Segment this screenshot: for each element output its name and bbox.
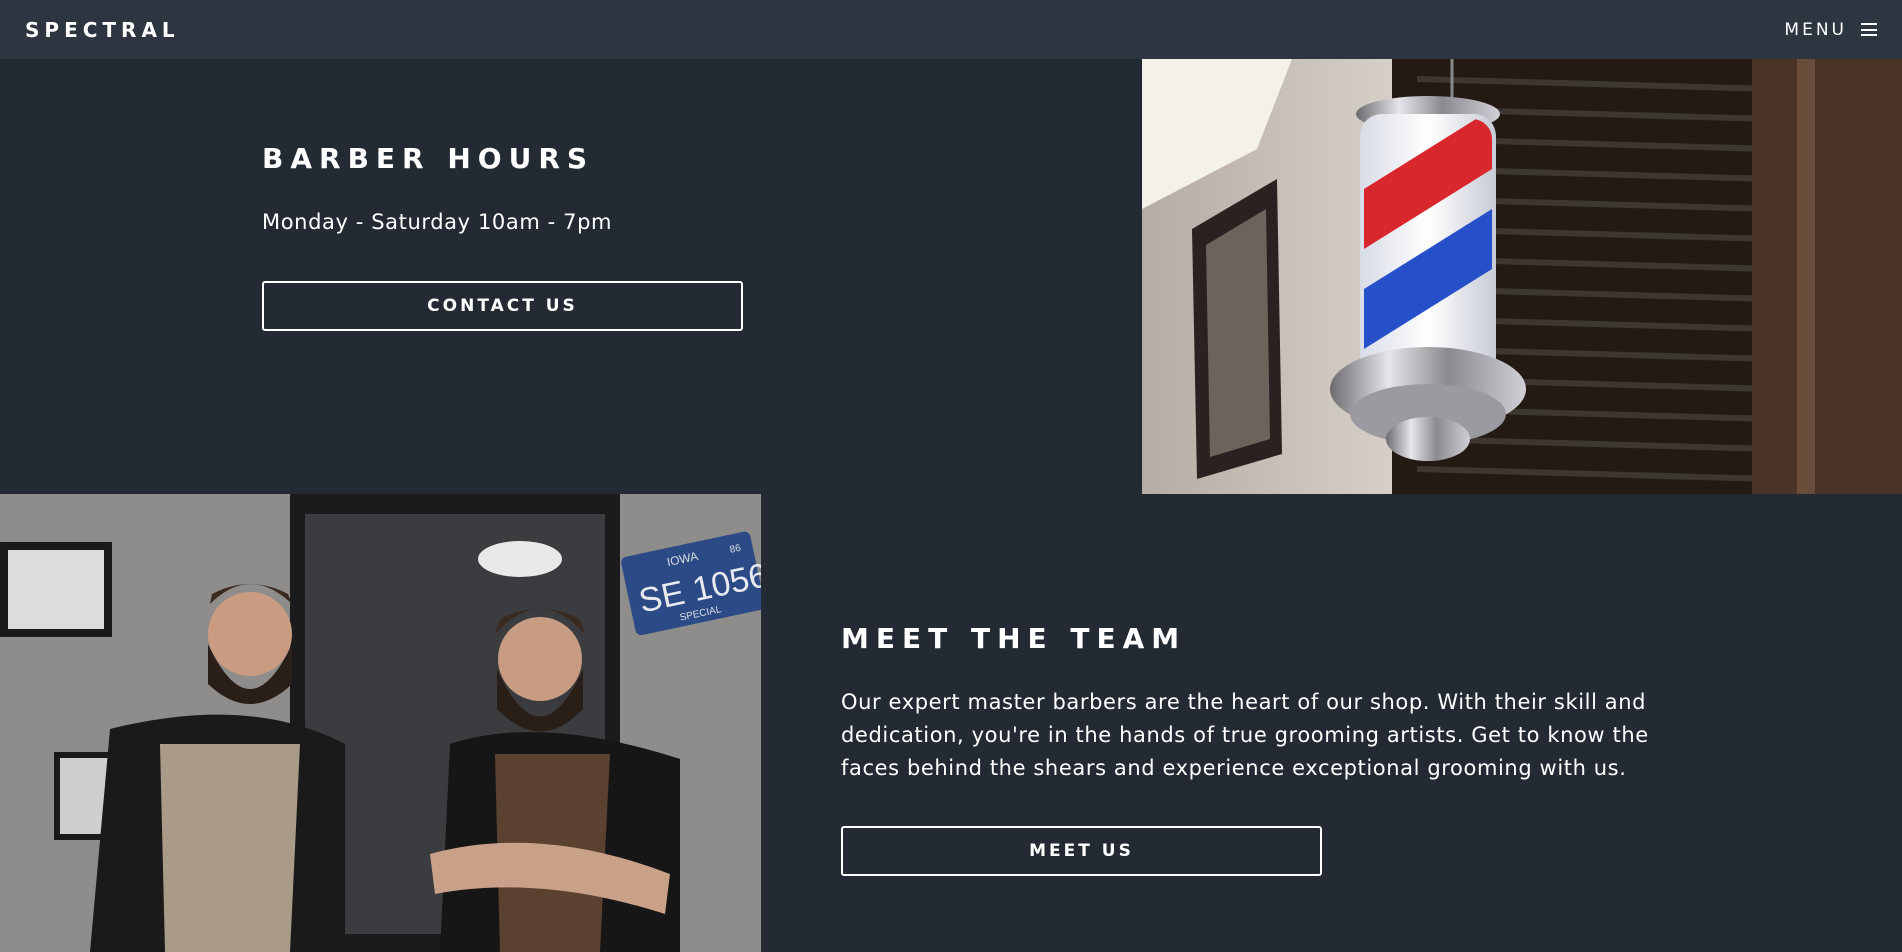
hours-text: Monday - Saturday 10am - 7pm: [262, 210, 613, 234]
meet-the-team-section: IOWA 86 SE 1056 SPECIAL MEET THE TEAM Ou…: [0, 494, 1902, 952]
barbers-photo: IOWA 86 SE 1056 SPECIAL: [0, 494, 761, 952]
section-title: BARBER HOURS: [262, 142, 595, 175]
barber-hours-section: BARBER HOURS Monday - Saturday 10am - 7p…: [0, 59, 1902, 494]
barber-hours-content: BARBER HOURS Monday - Saturday 10am - 7p…: [262, 142, 743, 331]
section-title: MEET THE TEAM: [841, 622, 1187, 655]
top-navbar: SPECTRAL MENU: [0, 0, 1902, 59]
hamburger-icon: [1861, 23, 1877, 36]
team-description: Our expert master barbers are the heart …: [841, 690, 1649, 780]
contact-us-button[interactable]: CONTACT US: [262, 281, 743, 331]
meet-the-team-content: MEET THE TEAM Our expert master barbers …: [841, 622, 1691, 876]
menu-label: MENU: [1784, 19, 1847, 40]
brand-logo[interactable]: SPECTRAL: [25, 18, 180, 42]
meet-us-button[interactable]: MEET US: [841, 826, 1322, 876]
barber-pole-photo: [1142, 59, 1902, 494]
menu-button[interactable]: MENU: [1784, 20, 1877, 40]
